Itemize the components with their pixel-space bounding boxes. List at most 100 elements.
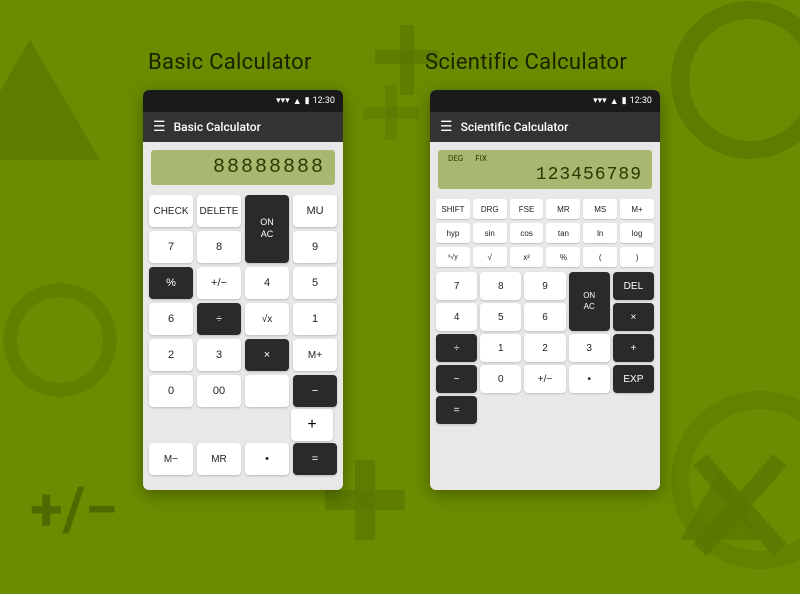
sci-plus-button[interactable]: + [613,334,654,362]
sci-dot-button[interactable]: • [569,365,610,393]
sci-app-bar: ☰ Scientific Calculator [430,112,660,142]
scientific-calculator-phone: ▾▾▾ ▲ ▮ 12:30 ☰ Scientific Calculator DE… [430,90,660,490]
sci-divide-button[interactable]: ÷ [436,334,477,362]
sci-top-row3: ˣ√y √ x² % ( ) [430,245,660,269]
equals-button[interactable]: = [293,443,337,475]
dot-button[interactable]: • [245,443,289,475]
sci-btn-2[interactable]: 2 [524,334,565,362]
btn-empty [245,375,289,407]
minus-button[interactable]: − [293,375,337,407]
sci-status-bar: ▾▾▾ ▲ ▮ 12:30 [430,90,660,112]
sci-on-ac-button[interactable]: ONAC [569,272,610,331]
sci-display-value: 123456789 [448,165,642,185]
divide-button[interactable]: ÷ [197,303,241,335]
deg-mode: DEG [448,154,463,163]
sci-display: DEG FIX 123456789 [438,150,652,189]
sci-btn-8[interactable]: 8 [480,272,521,300]
multiply-button[interactable]: × [245,339,289,371]
basic-app-title: Basic Calculator [174,120,261,134]
mr-button[interactable]: MR [197,443,241,475]
btn-9[interactable]: 9 [293,231,337,263]
sci-display-modes: DEG FIX [448,154,642,163]
sci-menu-icon[interactable]: ☰ [440,120,453,134]
m-plus-sci-button[interactable]: M+ [620,199,654,219]
scientific-calculator-title: Scientific Calculator [425,50,627,75]
btn-7[interactable]: 7 [149,231,193,263]
battery-icon: ▮ [305,96,310,106]
sci-main-grid: 7 8 9 ONAC DEL 4 5 6 × ÷ 1 2 3 + − 0 +/−… [430,269,660,428]
percent-sci-button[interactable]: % [546,247,580,267]
time-display: 12:30 [313,96,335,106]
wifi-icon: ▲ [293,96,302,107]
shift-button[interactable]: SHIFT [436,199,470,219]
basic-calculator-title: Basic Calculator [148,50,312,75]
plus-button[interactable]: + [291,409,333,441]
plus-minus-button[interactable]: +/− [197,267,241,299]
signal-icon: ▾▾▾ [276,96,290,106]
delete-button[interactable]: DELETE [197,195,241,227]
sqrt-sci-button[interactable]: √ [473,247,507,267]
sci-equals-button[interactable]: = [436,396,477,424]
open-paren-button[interactable]: ( [583,247,617,267]
sci-btn-0[interactable]: 0 [480,365,521,393]
sci-btn-5[interactable]: 5 [480,303,521,331]
check-button[interactable]: CHECK [149,195,193,227]
sci-signal-icon: ▾▾▾ [593,96,607,106]
sci-btn-3[interactable]: 3 [569,334,610,362]
sci-btn-7[interactable]: 7 [436,272,477,300]
hyp-button[interactable]: hyp [436,223,470,243]
svg-text:+/−: +/− [30,474,118,545]
sci-btn-1[interactable]: 1 [480,334,521,362]
ms-button[interactable]: MS [583,199,617,219]
basic-status-icons: ▾▾▾ ▲ ▮ 12:30 [276,96,335,107]
btn-5[interactable]: 5 [293,267,337,299]
basic-display: 88888888 [151,150,335,185]
close-paren-button[interactable]: ) [620,247,654,267]
plus-row: + [143,409,343,443]
drg-button[interactable]: DRG [473,199,507,219]
xrooty-button[interactable]: ˣ√y [436,247,470,267]
sci-plus-minus-button[interactable]: +/− [524,365,565,393]
sci-minus-button[interactable]: − [436,365,477,393]
sci-exp-button[interactable]: EXP [613,365,654,393]
menu-icon[interactable]: ☰ [153,120,166,134]
m-plus-button[interactable]: M+ [293,339,337,371]
sci-btn-6[interactable]: 6 [524,303,565,331]
sci-time-display: 12:30 [630,96,652,106]
btn-2[interactable]: 2 [149,339,193,371]
sci-status-icons: ▾▾▾ ▲ ▮ 12:30 [593,96,652,107]
log-button[interactable]: log [620,223,654,243]
x-squared-button[interactable]: x² [510,247,544,267]
basic-app-bar: ☰ Basic Calculator [143,112,343,142]
ln-button[interactable]: ln [583,223,617,243]
basic-display-value: 88888888 [161,156,325,179]
basic-status-bar: ▾▾▾ ▲ ▮ 12:30 [143,90,343,112]
sci-app-title: Scientific Calculator [461,120,569,134]
btn-8[interactable]: 8 [197,231,241,263]
basic-calculator-phone: ▾▾▾ ▲ ▮ 12:30 ☰ Basic Calculator 8888888… [143,90,343,490]
btn-6[interactable]: 6 [149,303,193,335]
btn-4[interactable]: 4 [245,267,289,299]
fse-button[interactable]: FSE [510,199,544,219]
btn-0[interactable]: 0 [149,375,193,407]
on-ac-button[interactable]: ONAC [245,195,289,263]
mr-sci-button[interactable]: MR [546,199,580,219]
sci-multiply-button[interactable]: × [613,303,654,331]
tan-button[interactable]: tan [546,223,580,243]
sci-btn-9[interactable]: 9 [524,272,565,300]
btn-1[interactable]: 1 [293,303,337,335]
percent-button[interactable]: % [149,267,193,299]
sci-del-button[interactable]: DEL [613,272,654,300]
btn-00[interactable]: 00 [197,375,241,407]
sin-button[interactable]: sin [473,223,507,243]
mu-button[interactable]: MU [293,195,337,227]
sci-top-row2: hyp sin cos tan ln log [430,221,660,245]
basic-last-row: M− MR • = [143,443,343,479]
btn-3[interactable]: 3 [197,339,241,371]
sci-btn-4[interactable]: 4 [436,303,477,331]
basic-button-grid: CHECK DELETE ONAC MU 7 8 9 % +/− 4 5 6 ÷… [143,193,343,409]
sqrt-button[interactable]: √x [245,303,289,335]
cos-button[interactable]: cos [510,223,544,243]
m-minus-button[interactable]: M− [149,443,193,475]
sci-wifi-icon: ▲ [610,96,619,107]
